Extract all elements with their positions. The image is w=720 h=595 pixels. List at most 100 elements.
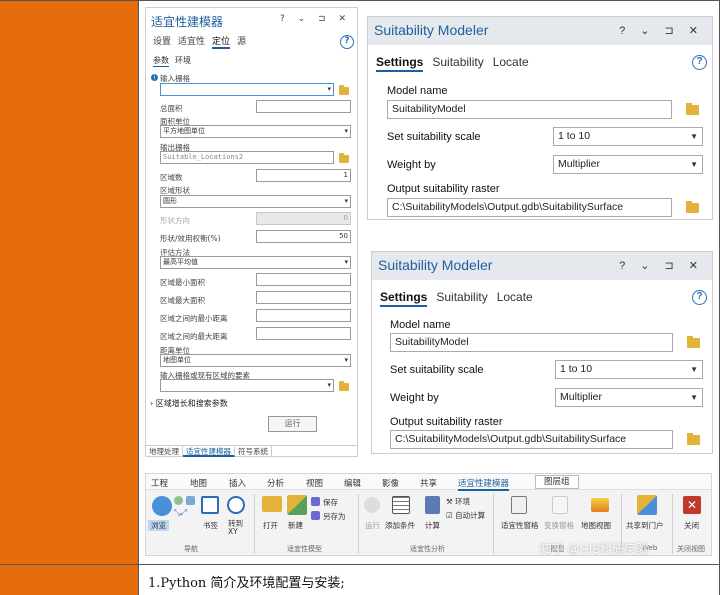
- shape-weight-label: 形状/效用权衡(%): [160, 234, 221, 243]
- chevron-down-icon: ▼: [690, 160, 698, 169]
- folder-icon[interactable]: [339, 381, 349, 391]
- en-pane-controls[interactable]: ? ⌄ ⊐ ✕: [619, 24, 704, 37]
- eval-method-select[interactable]: 最高平均值 ▾: [160, 256, 351, 269]
- calculate-icon: [425, 496, 440, 514]
- explore-button[interactable]: 浏览: [148, 520, 169, 531]
- ribbon-tab-suitability-modeler[interactable]: 适宜性建模器: [458, 477, 510, 491]
- zoom-arrows-icon[interactable]: ⤡⤢: [174, 508, 194, 518]
- tab-locate[interactable]: Locate: [497, 290, 533, 307]
- ribbon-tab-imagery[interactable]: 影像: [382, 477, 399, 489]
- previous-extent-icon[interactable]: [186, 496, 195, 505]
- cn-pane-controls[interactable]: ? ⌄ ⊐ ✕: [280, 14, 351, 24]
- scale-select[interactable]: 1 to 10 ▼: [553, 127, 703, 146]
- map-view-button[interactable]: 地图视图: [581, 520, 611, 531]
- help-icon[interactable]: ?: [340, 35, 354, 49]
- folder-icon[interactable]: [687, 336, 700, 348]
- output-raster-value: Suitable_Locations2: [163, 153, 244, 161]
- cn-tab-suitability[interactable]: 适宜性: [178, 34, 205, 49]
- tab-suitability[interactable]: Suitability: [436, 290, 487, 307]
- weight-select[interactable]: Multiplier ▼: [555, 388, 703, 407]
- cn-subtab-environments[interactable]: 环境: [175, 55, 191, 67]
- folder-icon[interactable]: [339, 153, 349, 163]
- ribbon-tab-view[interactable]: 视图: [306, 477, 323, 489]
- output-raster-input[interactable]: C:\SuitabilityModels\Output.gdb\Suitabil…: [387, 198, 672, 217]
- growth-section-header[interactable]: › 区域增长和搜索参数: [150, 398, 228, 409]
- suitability-pane-button[interactable]: 适宜性窗格: [501, 520, 539, 531]
- model-name-input[interactable]: SuitabilityModel: [387, 100, 672, 119]
- go-to-xy-icon: [227, 496, 245, 514]
- max-distance-input[interactable]: [256, 327, 351, 340]
- num-regions-input[interactable]: 1: [256, 169, 351, 182]
- scale-select[interactable]: 1 to 10 ▼: [555, 360, 703, 379]
- model-group-label: 适宜性模型: [287, 545, 322, 553]
- shape-weight-input[interactable]: 50: [256, 230, 351, 243]
- help-icon[interactable]: ?: [692, 55, 707, 70]
- ribbon-tab-insert[interactable]: 插入: [229, 477, 246, 489]
- min-distance-label: 区域之间的最小距离: [160, 314, 228, 323]
- share-to-portal-button[interactable]: 共享到门户: [626, 520, 664, 531]
- environment-button[interactable]: ⚒ 环境: [446, 496, 470, 507]
- close-view-button[interactable]: 关闭: [684, 520, 699, 531]
- cn-subtab-parameters[interactable]: 参数: [153, 55, 169, 67]
- output-raster-input[interactable]: C:\SuitabilityModels\Output.gdb\Suitabil…: [390, 430, 673, 449]
- ribbon-tab-analysis[interactable]: 分析: [267, 477, 284, 489]
- tab-settings[interactable]: Settings: [380, 290, 428, 307]
- chevron-down-icon: ▼: [690, 132, 698, 141]
- chevron-down-icon: ▼: [690, 393, 698, 402]
- tab-symbology[interactable]: 符号系统: [235, 446, 272, 457]
- eval-method-value: 最高平均值: [163, 258, 198, 266]
- ribbon-tab-layer-group[interactable]: 图层组: [535, 475, 579, 489]
- calculate-button[interactable]: 计算: [425, 520, 440, 531]
- cn-suitability-pane: 适宜性建模器 ? ⌄ ⊐ ✕ 设置 适宜性 定位 源 ? 参数 环境 i 输入栅…: [145, 7, 358, 457]
- add-criteria-button[interactable]: 添加条件: [385, 520, 415, 531]
- cn-tab-source[interactable]: 源: [237, 34, 246, 49]
- folder-icon[interactable]: [686, 103, 699, 115]
- tab-suitability[interactable]: Suitability: [432, 55, 483, 72]
- ribbon-tab-share[interactable]: 共享: [420, 477, 437, 489]
- input-raster-select[interactable]: ▾: [160, 83, 334, 96]
- ribbon-tab-edit[interactable]: 编辑: [344, 477, 361, 489]
- cn-tab-settings[interactable]: 设置: [153, 34, 171, 49]
- open-button[interactable]: 打开: [263, 520, 278, 531]
- ribbon-tabs: 工程 地图 插入 分析 视图 编辑 影像 共享 适宜性建模器 图层组: [146, 474, 711, 491]
- ribbon-tab-project[interactable]: 工程: [151, 477, 168, 489]
- folder-icon[interactable]: [687, 433, 700, 445]
- bookmarks-icon: [201, 496, 219, 514]
- ribbon-tab-map[interactable]: 地图: [190, 477, 207, 489]
- checkbox-checked-icon: ☑: [446, 511, 456, 520]
- go-to-xy-button[interactable]: 转到 XY: [228, 520, 250, 536]
- area-units-select[interactable]: 平方地图单位 ▾: [160, 125, 351, 138]
- ribbon-separator: [254, 494, 255, 554]
- help-icon[interactable]: ?: [692, 290, 707, 305]
- analysis-group-label: 适宜性分析: [410, 545, 445, 553]
- folder-icon[interactable]: [339, 85, 349, 95]
- weight-select[interactable]: Multiplier ▼: [553, 155, 703, 174]
- total-area-input[interactable]: [256, 100, 351, 113]
- full-extent-icon[interactable]: [174, 496, 183, 505]
- auto-calculate-checkbox[interactable]: ☑ 自动计算: [446, 510, 485, 521]
- tab-geoprocessing[interactable]: 地理处理: [146, 446, 183, 457]
- bookmarks-button[interactable]: 书签: [203, 520, 218, 531]
- new-button[interactable]: 新建: [288, 520, 303, 531]
- max-area-input[interactable]: [256, 291, 351, 304]
- run-ribbon-button[interactable]: 运行: [365, 520, 380, 531]
- min-distance-input[interactable]: [256, 309, 351, 322]
- existing-regions-select[interactable]: ▾: [160, 379, 334, 392]
- tab-suitability-modeler[interactable]: 适宜性建模器: [183, 446, 235, 457]
- save-as-button[interactable]: 另存为: [323, 511, 346, 522]
- folder-icon[interactable]: [686, 201, 699, 213]
- region-shape-select[interactable]: 圆形 ▾: [160, 195, 351, 208]
- save-button[interactable]: 保存: [323, 497, 338, 508]
- distance-units-select[interactable]: 地图单位 ▾: [160, 354, 351, 367]
- output-raster-input[interactable]: Suitable_Locations2: [160, 151, 334, 164]
- model-name-value: SuitabilityModel: [395, 336, 469, 348]
- model-name-input[interactable]: SuitabilityModel: [390, 333, 673, 352]
- min-area-input[interactable]: [256, 273, 351, 286]
- en-pane-controls[interactable]: ? ⌄ ⊐ ✕: [619, 259, 704, 272]
- tab-locate[interactable]: Locate: [493, 55, 529, 72]
- tab-settings[interactable]: Settings: [376, 55, 424, 72]
- run-button[interactable]: 运行: [268, 416, 317, 432]
- cn-tab-locate[interactable]: 定位: [212, 34, 231, 49]
- ribbon-separator: [358, 494, 359, 554]
- transform-pane-button[interactable]: 变换窗格: [544, 520, 574, 531]
